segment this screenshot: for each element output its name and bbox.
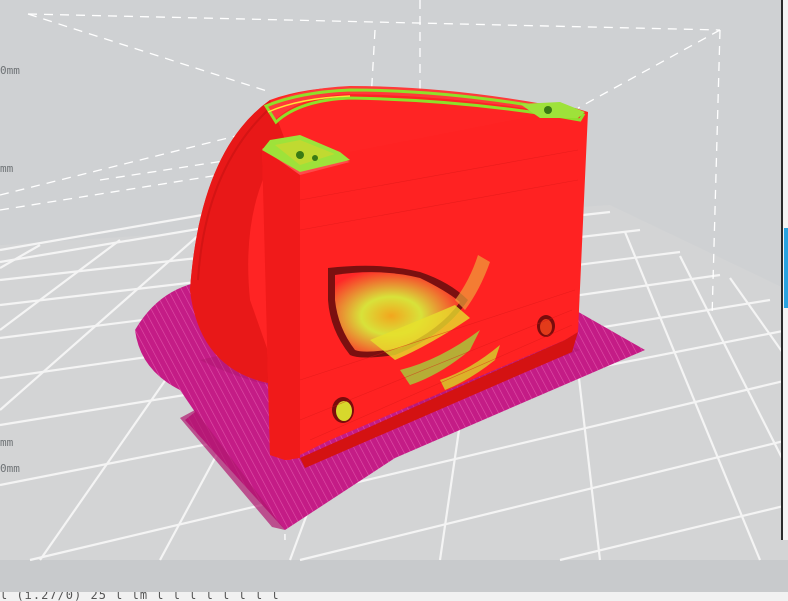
axis-label: mm [0,436,14,449]
axis-label: 0mm [0,462,20,475]
axis-label: mm [0,162,14,175]
axis-label: 0mm [0,64,20,77]
3d-viewport[interactable] [0,0,788,601]
status-bar: l (i.27/0) 25 l lm l l l l l l l l [0,592,788,601]
status-text: l (i.27/0) 25 l lm l l l l l l l l [0,592,280,601]
settings-panel-scroll-handle[interactable] [784,228,788,308]
